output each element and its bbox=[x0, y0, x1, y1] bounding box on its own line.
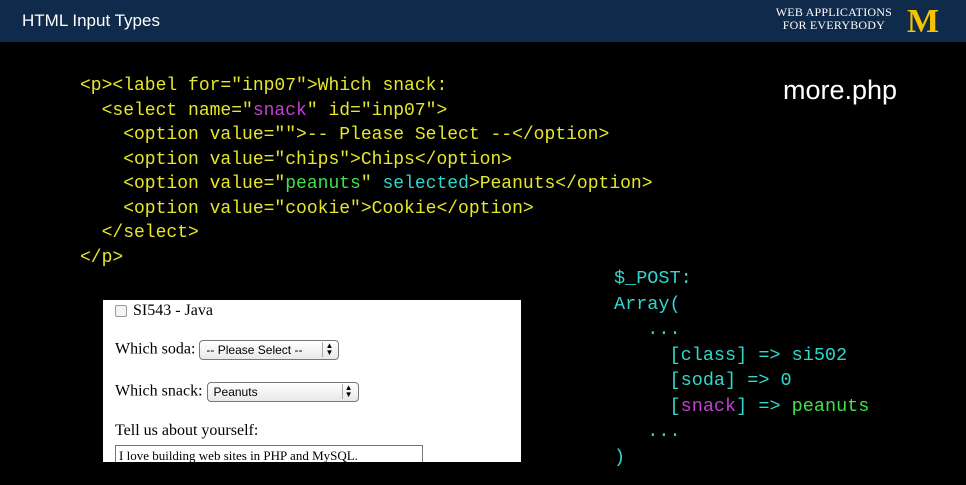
post-output-line: ... bbox=[614, 419, 681, 444]
code-token: snack bbox=[252, 100, 307, 121]
code-token: <option value=" bbox=[80, 174, 286, 194]
code-token: <option value="">-- Please Select --</op… bbox=[80, 125, 610, 145]
code-line: <select name="snack" id="inp07"> bbox=[80, 99, 448, 124]
code-token: [ bbox=[614, 395, 681, 417]
code-token: " bbox=[360, 174, 383, 194]
code-token: ... bbox=[614, 319, 681, 340]
code-token: </p> bbox=[80, 247, 124, 268]
code-token: </select> bbox=[80, 223, 199, 243]
post-output-line: Array( bbox=[614, 292, 681, 317]
checkbox-label: SI543 - Java bbox=[133, 302, 213, 319]
slide-title: HTML Input Types bbox=[22, 11, 160, 30]
code-line: </select> bbox=[80, 221, 199, 246]
code-token: <option value="chips">Chips</option> bbox=[80, 149, 513, 170]
code-line: </p> bbox=[80, 246, 123, 271]
code-token: ] => bbox=[736, 395, 792, 417]
post-output-line: [snack] => peanuts bbox=[614, 394, 870, 419]
soda-select[interactable]: -- Please Select -- ▲ ▼ bbox=[199, 340, 340, 360]
code-line: <p><label for="inp07">Which snack: bbox=[80, 74, 447, 99]
snack-label: Which snack: bbox=[115, 382, 203, 400]
code-token: <option value="cookie">Cookie</option> bbox=[80, 198, 534, 219]
code-token: $_POST: bbox=[614, 268, 692, 289]
java-checkbox[interactable] bbox=[115, 305, 127, 318]
logo-letter: M bbox=[907, 4, 939, 36]
code-line: <option value="peanuts" selected>Peanuts… bbox=[80, 172, 653, 197]
form-screenshot: SI543 - Java Which soda: -- Please Selec… bbox=[103, 300, 521, 462]
code-token: ... bbox=[614, 421, 681, 442]
code-token: [soda] => 0 bbox=[614, 370, 792, 391]
slide-header-bar: HTML Input Types WEB APPLICATIONS FOR EV… bbox=[0, 0, 966, 42]
snack-select[interactable]: Peanuts ▲ ▼ bbox=[206, 382, 359, 402]
post-output-line: $_POST: bbox=[614, 266, 692, 291]
code-token: " id="inp07"> bbox=[306, 100, 448, 121]
select-arrows-icon: ▲ ▼ bbox=[341, 384, 355, 399]
post-output-line: [soda] => 0 bbox=[614, 368, 792, 393]
select-arrows-icon: ▲ ▼ bbox=[322, 342, 335, 357]
code-token: Array( bbox=[614, 293, 681, 315]
code-token: snack bbox=[680, 395, 737, 417]
code-token: peanuts bbox=[285, 174, 361, 194]
about-textarea[interactable]: I love building web sites in PHP and MyS… bbox=[115, 445, 423, 462]
brand-line-2: FOR EVERYBODY bbox=[782, 18, 886, 32]
code-token: selected bbox=[382, 174, 469, 194]
university-logo-icon: M bbox=[907, 4, 939, 36]
code-token: <select name=" bbox=[80, 100, 253, 121]
soda-label: Which soda: bbox=[115, 340, 196, 358]
soda-row: Which soda: -- Please Select -- ▲ ▼ bbox=[115, 340, 340, 360]
soda-select-value: -- Please Select -- bbox=[206, 343, 303, 357]
post-output-line: [class] => si502 bbox=[614, 343, 848, 368]
code-line: <option value="cookie">Cookie</option> bbox=[80, 197, 534, 222]
post-output-line: ) bbox=[614, 445, 625, 470]
code-token: [class] => si502 bbox=[614, 344, 848, 366]
code-token: ) bbox=[614, 446, 626, 468]
post-output-line: ... bbox=[614, 317, 681, 342]
code-line: <option value="">-- Please Select --</op… bbox=[80, 123, 609, 148]
checkbox-row: SI543 - Java bbox=[115, 302, 213, 320]
code-line: <option value="chips">Chips</option> bbox=[80, 148, 512, 173]
code-token: <p><label for="inp07">Which snack: bbox=[80, 76, 448, 96]
about-label: Tell us about yourself: bbox=[115, 422, 259, 439]
course-brand-text: WEB APPLICATIONS FOR EVERYBODY bbox=[776, 6, 892, 32]
code-token: peanuts bbox=[791, 395, 870, 417]
file-name-label: more.php bbox=[783, 75, 898, 105]
snack-select-value: Peanuts bbox=[213, 385, 258, 399]
snack-row: Which snack: Peanuts ▲ ▼ bbox=[115, 382, 359, 402]
code-token: >Peanuts</option> bbox=[468, 174, 653, 194]
